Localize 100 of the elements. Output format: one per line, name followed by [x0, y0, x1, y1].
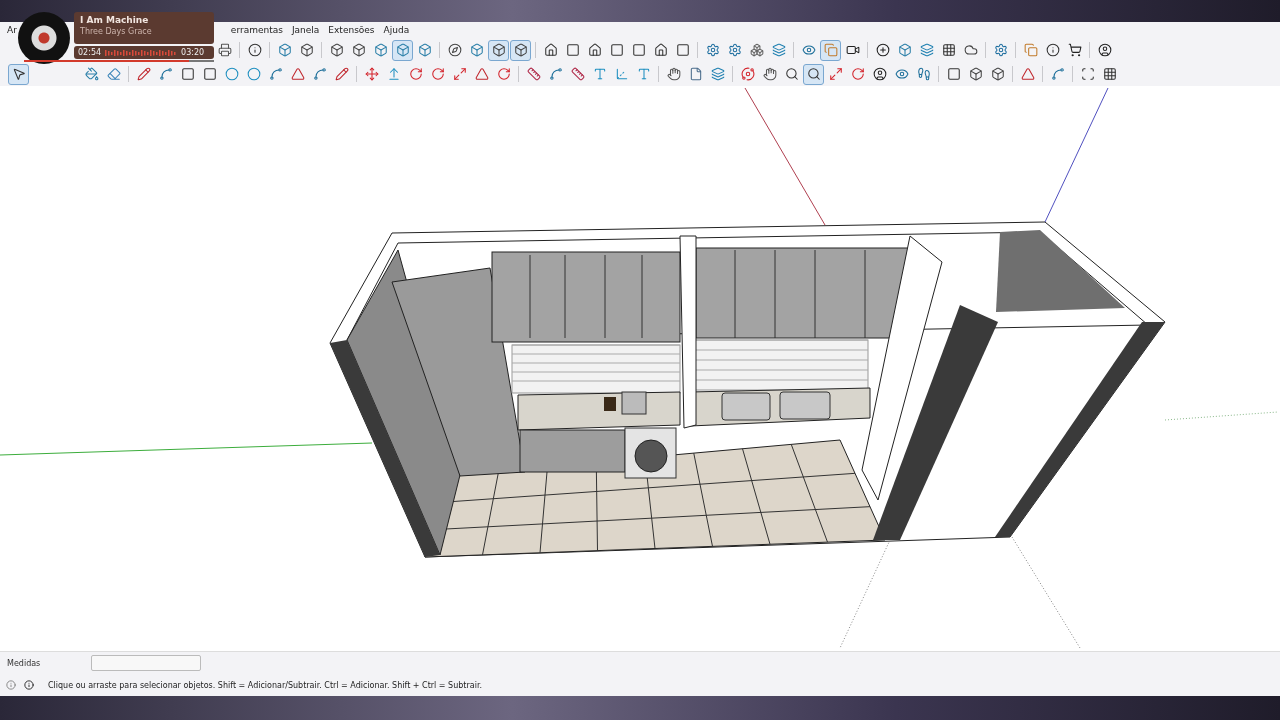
rotate-icon — [430, 67, 445, 81]
layers-icon — [710, 67, 725, 81]
cube-outline-icon — [990, 67, 1005, 81]
measurements-input-field[interactable] — [91, 655, 201, 671]
square-icon — [631, 43, 646, 57]
layers-icon — [771, 43, 786, 57]
circle-icon — [246, 67, 261, 81]
pointer-tool-button[interactable] — [8, 63, 29, 85]
cube-icon — [469, 43, 484, 57]
push-pull-icon — [386, 67, 401, 81]
cube-outline-icon — [491, 43, 506, 57]
square-icon — [609, 43, 624, 57]
text-icon — [592, 67, 607, 81]
square-icon — [675, 43, 690, 57]
info-icon — [1045, 43, 1060, 57]
magnifier-icon — [784, 67, 799, 81]
square-icon — [202, 67, 217, 81]
magnifier-icon — [806, 67, 821, 81]
menu-item[interactable]: Ar — [7, 25, 17, 35]
house-icon — [653, 43, 668, 57]
ruler-icon — [570, 67, 585, 81]
hand-icon — [666, 67, 681, 81]
cube-icon — [395, 43, 410, 57]
copy-icon — [1023, 43, 1038, 57]
curve-icon — [312, 67, 327, 81]
cube-outline-icon — [513, 43, 528, 57]
grid-icon — [941, 43, 956, 57]
eraser-icon — [106, 67, 121, 81]
rotate-icon — [496, 67, 511, 81]
pointer-icon — [11, 67, 26, 81]
status-hint-text: Clique ou arraste para selecionar objetos. Shift = Adicionar/Subtrair. Ctrl = Adicionar. Shift + Ctrl = Subtrair. — [48, 680, 482, 690]
rotate-icon — [408, 67, 423, 81]
ruler-icon — [526, 67, 541, 81]
total-time: 03:20 — [181, 48, 205, 57]
info-icon — [247, 43, 262, 57]
video-camera-icon — [845, 43, 860, 57]
triangle-icon — [474, 67, 489, 81]
menu-item[interactable]: Extensões — [328, 25, 375, 35]
cube-outline-tool-button[interactable] — [510, 39, 531, 61]
triangle-icon — [290, 67, 305, 81]
orbit-icon — [740, 67, 755, 81]
menu-item[interactable]: Ajuda — [383, 25, 410, 35]
menu-item[interactable]: erramentas — [230, 25, 283, 35]
song-title: I Am Machine — [80, 15, 150, 25]
circle-icon — [224, 67, 239, 81]
pencil-icon — [136, 67, 151, 81]
cloud-icon — [963, 43, 978, 57]
curve-icon — [1050, 67, 1065, 81]
curve-icon — [548, 67, 563, 81]
elapsed-time: 02:54 — [78, 48, 102, 57]
cube-tool-button[interactable] — [392, 39, 413, 61]
copy-icon — [823, 43, 838, 57]
cube-outline-tool-button[interactable] — [488, 39, 509, 61]
file-icon — [688, 67, 703, 81]
hand-icon — [762, 67, 777, 81]
cube-outline-icon — [968, 67, 983, 81]
pencil-icon — [334, 67, 349, 81]
scale-arrows-icon — [828, 67, 843, 81]
grid-icon — [1102, 67, 1117, 81]
square-icon — [946, 67, 961, 81]
printer-icon — [217, 43, 232, 57]
user-icon — [872, 67, 887, 81]
curve-icon — [158, 67, 173, 81]
move-arrows-icon — [364, 67, 379, 81]
plus-circle-icon — [875, 43, 890, 57]
cube-outline-icon — [351, 43, 366, 57]
eye-icon — [801, 43, 816, 57]
curve-icon — [268, 67, 283, 81]
song-artist: Three Days Grace — [80, 27, 153, 36]
scan-frame-icon — [1080, 67, 1095, 81]
rotate-icon — [850, 67, 865, 81]
cube-icon — [373, 43, 388, 57]
user-icon — [1097, 43, 1112, 57]
eye-icon — [894, 67, 909, 81]
cube-icon — [417, 43, 432, 57]
cart-icon — [1067, 43, 1082, 57]
triangle-icon — [1020, 67, 1035, 81]
square-icon — [180, 67, 195, 81]
cubes-icon — [749, 43, 764, 57]
paint-bucket-icon — [84, 67, 99, 81]
footprints-icon — [916, 67, 931, 81]
cube-icon — [277, 43, 292, 57]
axes-icon — [614, 67, 629, 81]
text-icon — [636, 67, 651, 81]
cube-icon — [897, 43, 912, 57]
gear-icon — [727, 43, 742, 57]
info-icon[interactable] — [24, 680, 34, 690]
magnifier-tool-button[interactable] — [803, 63, 824, 85]
house-icon — [587, 43, 602, 57]
gear-icon — [993, 43, 1008, 57]
square-icon — [565, 43, 580, 57]
model-viewport[interactable] — [0, 86, 1280, 651]
cube-outline-icon — [299, 43, 314, 57]
layers-icon — [919, 43, 934, 57]
measurements-label: Medidas — [7, 658, 42, 668]
gear-icon — [705, 43, 720, 57]
scale-arrows-icon — [452, 67, 467, 81]
cube-outline-icon — [329, 43, 344, 57]
menu-item[interactable]: Janela — [291, 25, 320, 35]
house-icon — [543, 43, 558, 57]
